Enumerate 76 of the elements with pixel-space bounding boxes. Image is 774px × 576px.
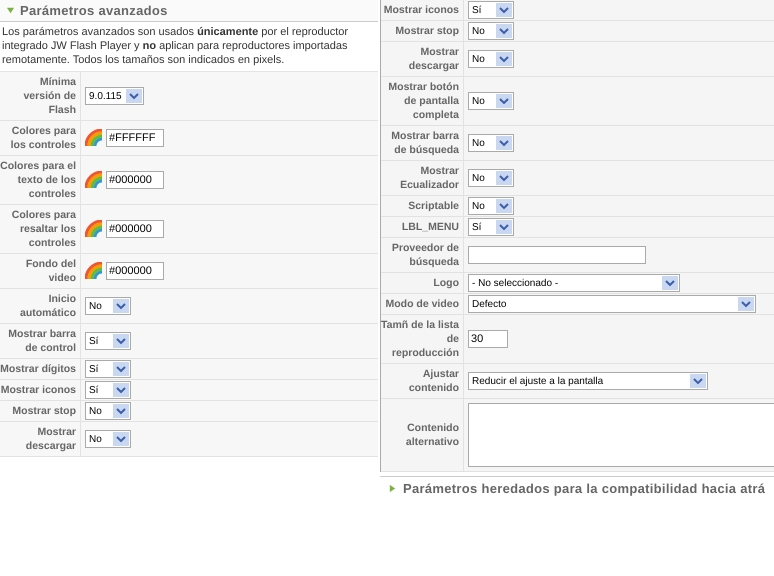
select-field[interactable]: 9.0.115 — [85, 87, 144, 105]
field-label: Mostrar barra de control — [0, 324, 81, 358]
text-field[interactable] — [468, 246, 646, 264]
caret-icon[interactable] — [496, 3, 512, 17]
color-field[interactable]: #000000 — [106, 171, 164, 189]
field-label: Colores para el texto de los controles — [0, 156, 81, 204]
text-area[interactable] — [468, 403, 774, 467]
field-label: Mostrar stop — [0, 401, 81, 421]
field-label: Mostrar iconos — [0, 380, 81, 400]
select-field[interactable]: No — [468, 50, 514, 68]
field-label: Mostrar dígitos — [0, 359, 81, 379]
caret-icon[interactable] — [738, 297, 754, 311]
select-field[interactable]: Sí — [468, 218, 514, 236]
rainbow-icon[interactable] — [85, 171, 103, 189]
color-field[interactable]: #000000 — [106, 262, 164, 280]
expand-icon — [6, 6, 15, 15]
select-field[interactable]: Sí — [85, 381, 131, 399]
field-label: Mostrar Ecualizador — [381, 161, 464, 195]
field-label: LBL_MENU — [381, 217, 464, 237]
select-field[interactable]: No — [468, 92, 514, 110]
section-header[interactable]: Parámetros heredados para la compatibilidad hacia atrá — [380, 476, 774, 499]
description-text: Los parámetros avanzados son usados únicamente por el reproductor integrado JW Flash Player y no aplican para reproductores importadas remotamente. Todos los tamaños son indicados en pixels. — [0, 22, 378, 72]
caret-icon[interactable] — [496, 220, 512, 234]
field-label: Modo de video — [381, 294, 464, 314]
field-label: Fondo del video — [0, 254, 81, 288]
caret-icon[interactable] — [113, 334, 129, 348]
field-label: Inicio automático — [0, 289, 81, 323]
select-field[interactable]: Defecto — [468, 295, 756, 313]
field-label: Ajustar contenido — [381, 364, 464, 398]
field-label: Mostrar descargar — [381, 42, 464, 76]
caret-icon[interactable] — [496, 199, 512, 213]
caret-icon[interactable] — [113, 404, 129, 418]
select-field[interactable]: Sí — [85, 332, 131, 350]
field-label: Proveedor de búsqueda — [381, 238, 464, 272]
field-label: Mostrar stop — [381, 21, 464, 41]
select-field[interactable]: No — [468, 169, 514, 187]
select-field[interactable]: No — [85, 297, 131, 315]
caret-icon[interactable] — [690, 374, 706, 388]
field-label: Mostrar descargar — [0, 422, 81, 456]
select-field[interactable]: Reducir el ajuste a la pantalla — [468, 372, 708, 390]
select-field[interactable]: No — [468, 22, 514, 40]
field-label: Tamñ de la lista de reproducción — [381, 315, 464, 363]
select-field[interactable]: - No seleccionado - — [468, 274, 680, 292]
select-field[interactable]: No — [85, 430, 131, 448]
field-label: Logo — [381, 273, 464, 293]
expand-icon — [388, 484, 397, 492]
caret-icon[interactable] — [496, 94, 512, 108]
select-field[interactable]: No — [468, 197, 514, 215]
color-field[interactable]: #000000 — [106, 220, 164, 238]
rainbow-icon[interactable] — [85, 262, 103, 280]
field-label: Mostrar botón de pantalla completa — [381, 77, 464, 125]
field-label: Mostrar barra de búsqueda — [381, 126, 464, 160]
select-field[interactable]: Sí — [468, 1, 514, 19]
caret-icon[interactable] — [113, 383, 129, 397]
select-field[interactable]: No — [85, 402, 131, 420]
caret-icon[interactable] — [113, 432, 129, 446]
field-label: Mínima versión de Flash — [0, 72, 81, 120]
caret-icon[interactable] — [113, 362, 129, 376]
caret-icon[interactable] — [113, 299, 129, 313]
caret-icon[interactable] — [496, 24, 512, 38]
select-field[interactable]: No — [468, 134, 514, 152]
select-field[interactable]: Sí — [85, 360, 131, 378]
field-label: Colores para resaltar los controles — [0, 205, 81, 253]
caret-icon[interactable] — [662, 276, 678, 290]
caret-icon[interactable] — [496, 136, 512, 150]
caret-icon[interactable] — [496, 171, 512, 185]
field-label: Scriptable — [381, 196, 464, 216]
rainbow-icon[interactable] — [85, 129, 103, 147]
color-field[interactable]: #FFFFFF — [106, 129, 164, 147]
caret-icon[interactable] — [496, 52, 512, 66]
text-field[interactable]: 30 — [468, 330, 508, 348]
field-label: Mostrar iconos — [381, 0, 464, 20]
rainbow-icon[interactable] — [85, 220, 103, 238]
field-label: Contenido alternativo — [381, 399, 464, 471]
caret-icon[interactable] — [126, 89, 142, 103]
field-label: Colores para los controles — [0, 121, 81, 155]
